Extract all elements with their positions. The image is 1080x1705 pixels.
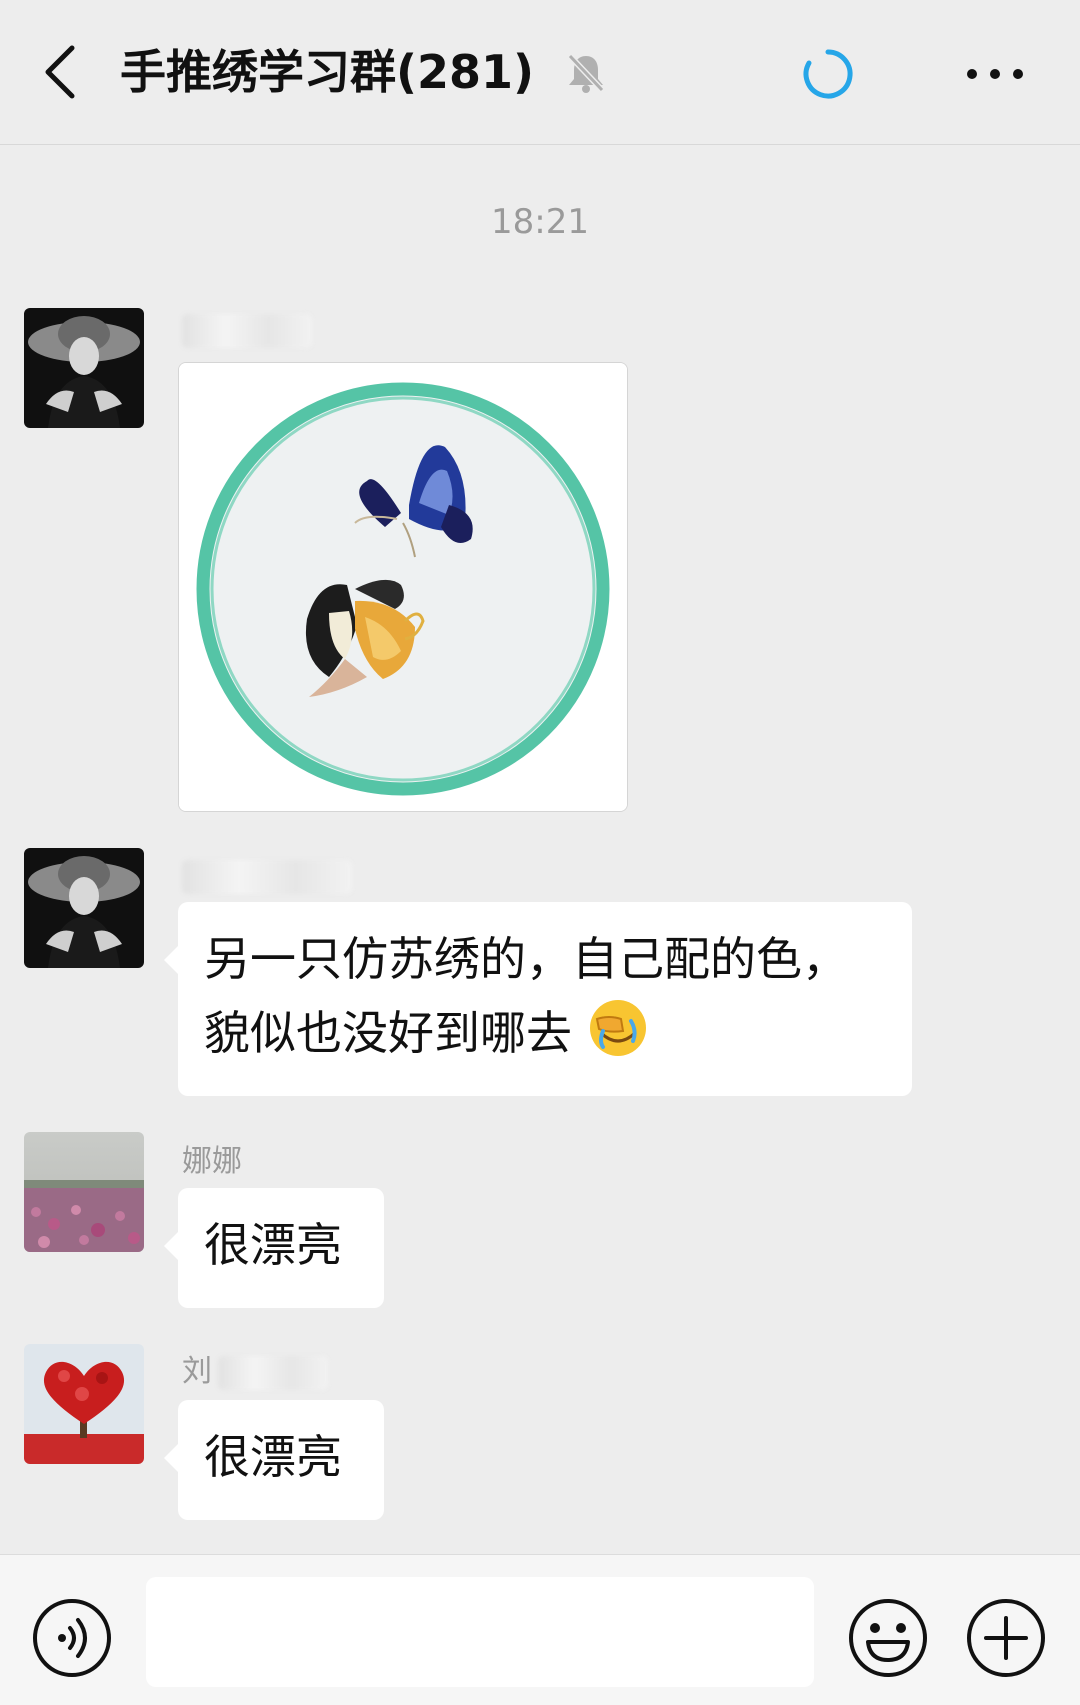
face-palm-crying-emoji xyxy=(589,1000,646,1056)
chat-title[interactable]: 手推绣学习群(281) xyxy=(120,38,534,106)
flower-field-avatar xyxy=(24,1132,144,1252)
message-text-line-wrap: 貌似也没好到哪去 xyxy=(204,996,886,1070)
message-bubble[interactable]: 另一只仿苏绣的，自己配的色， 貌似也没好到哪去 xyxy=(164,902,912,1096)
more-dots-icon xyxy=(967,69,1023,79)
red-heart-tree-avatar xyxy=(24,1344,144,1464)
smile-face-icon[interactable] xyxy=(848,1598,928,1678)
loading-ring-icon[interactable] xyxy=(800,46,856,102)
woman-in-hat-avatar xyxy=(24,848,144,968)
embroidery-hoop-two-butterflies xyxy=(179,363,627,811)
more-button[interactable] xyxy=(960,46,1030,102)
back-button[interactable] xyxy=(30,34,90,110)
message-text-line: 貌似也没好到哪去 xyxy=(204,1006,572,1060)
avatar-woman-in-hat[interactable] xyxy=(24,308,144,428)
message-timestamp: 18:21 xyxy=(491,202,589,242)
chat-header: 手推绣学习群(281) xyxy=(0,0,1080,145)
sender-name-initial: 刘 xyxy=(182,1354,212,1389)
chevron-left-icon xyxy=(45,45,75,99)
sender-name-blurred xyxy=(182,310,312,350)
sender-name-blurred xyxy=(182,856,352,896)
avatar-red-heart-tree[interactable] xyxy=(24,1344,144,1464)
message-text: 很漂亮 xyxy=(204,1218,342,1272)
input-bar xyxy=(0,1554,1080,1705)
message-bubble[interactable]: 很漂亮 xyxy=(164,1188,384,1308)
message-text: 很漂亮 xyxy=(204,1430,342,1484)
message-input[interactable] xyxy=(146,1577,814,1687)
message-bubble[interactable]: 很漂亮 xyxy=(164,1400,384,1520)
voice-input-icon[interactable] xyxy=(32,1598,112,1678)
avatar-flower-field[interactable] xyxy=(24,1132,144,1252)
woman-in-hat-avatar xyxy=(24,308,144,428)
message-text-line: 另一只仿苏绣的，自己配的色， xyxy=(204,932,848,986)
sender-name: 娜娜 xyxy=(182,1144,242,1179)
plus-circle-icon[interactable] xyxy=(966,1598,1046,1678)
embroidery-image-message[interactable] xyxy=(178,362,628,812)
bell-slash-icon xyxy=(567,53,605,93)
avatar-woman-in-hat[interactable] xyxy=(24,848,144,968)
sender-name-partial: 刘 xyxy=(182,1352,328,1392)
